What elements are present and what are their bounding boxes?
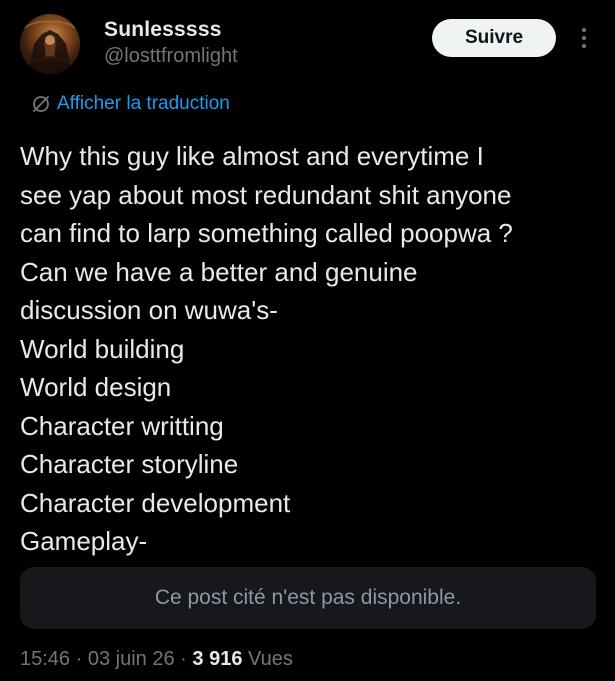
quoted-post-card: Ce post cité n'est pas disponible. [20,567,596,629]
follow-button[interactable]: Suivre [432,19,556,57]
post-line: Why this guy like almost and everytime I [20,141,484,171]
globe-slash-icon [33,96,49,112]
avatar[interactable] [20,14,80,74]
post-time[interactable]: 15:46 [20,648,70,670]
meta-separator: · [180,648,187,670]
post-header: Sunlesssss @losttfromlight Suivre [20,14,600,74]
more-vertical-icon[interactable] [572,22,596,54]
views-label: Vues [248,648,293,670]
author-names: Sunlesssss @losttfromlight [104,18,238,70]
translation-label: Afficher la traduction [57,93,230,114]
post-line: discussion on wuwa's- [20,295,278,325]
meta-separator: · [75,648,83,670]
more-dot [582,36,586,40]
post-line: World building [20,333,185,364]
post-line: Can we have a better and genuine [20,256,418,287]
author-display-name[interactable]: Sunlesssss [104,18,238,42]
post-date[interactable]: 03 juin 26 [88,648,175,670]
post-text: Why this guy like almost and everytime I… [20,137,600,561]
more-dot [582,44,586,48]
quote-unavailable-text: Ce post cité n'est pas disponible. [154,586,462,609]
post-line: Character storyline [20,449,239,479]
post-meta: 15:46 · 03 juin 26 · 3 916 Vues [20,645,293,673]
avatar-image [23,20,77,74]
post-line: Character development [20,487,291,518]
show-translation-link[interactable]: Afficher la traduction [31,92,230,116]
more-dot [582,28,586,32]
post-line: can find to larp something called poopwa… [20,218,513,248]
author-handle[interactable]: @losttfromlight [104,42,238,70]
post-line: Gameplay- [20,526,148,556]
post-line: Character writting [20,410,224,441]
post-line: see yap about most redundant shit anyone [20,179,512,210]
views-count: 3 916 [192,648,243,670]
post-line: World design [20,372,172,402]
